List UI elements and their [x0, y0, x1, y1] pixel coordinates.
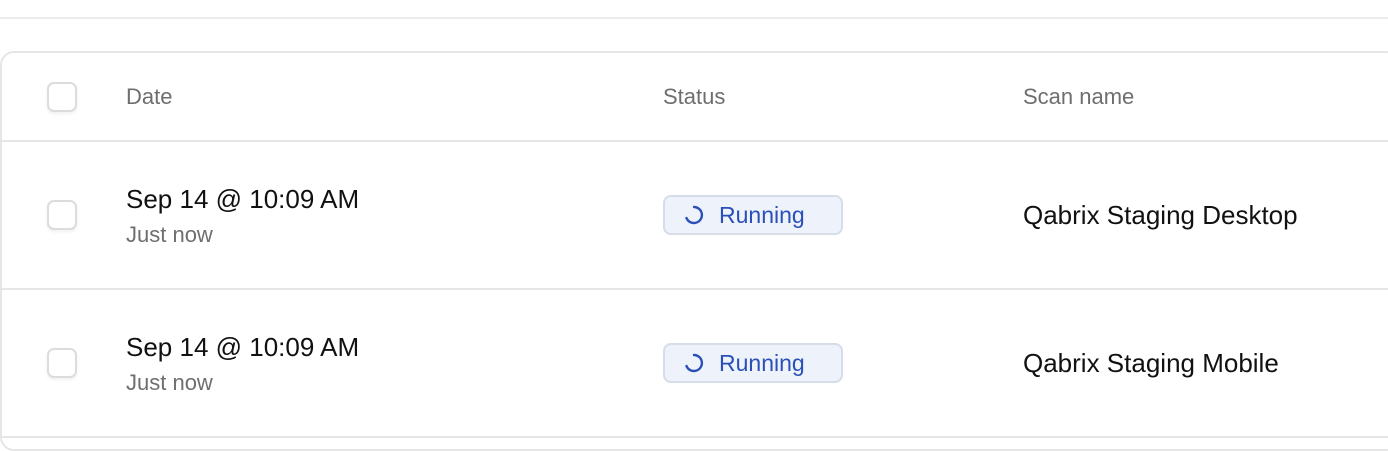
spinner-icon — [683, 204, 705, 226]
select-all-checkbox[interactable] — [47, 82, 77, 112]
row-relative-time: Just now — [126, 222, 213, 247]
status-badge: Running — [663, 343, 843, 383]
top-divider — [0, 17, 1388, 19]
row-select-checkbox[interactable] — [47, 348, 77, 378]
status-text: Running — [719, 350, 805, 376]
table-header-row: Date Status Scan name — [0, 51, 1388, 142]
table-row[interactable]: Sep 14 @ 10:09 AM Just now Running Qabri… — [0, 290, 1388, 438]
column-header-date[interactable]: Date — [126, 84, 172, 110]
column-header-scan-name[interactable]: Scan name — [1023, 84, 1134, 110]
status-badge: Running — [663, 195, 843, 235]
row-select-checkbox[interactable] — [47, 200, 77, 230]
table-row[interactable]: Sep 14 @ 10:09 AM Just now Running Qabri… — [0, 142, 1388, 290]
status-text: Running — [719, 202, 805, 228]
row-scan-name[interactable]: Qabrix Staging Desktop — [1023, 200, 1298, 230]
spinner-icon — [683, 352, 705, 374]
column-header-status[interactable]: Status — [663, 84, 725, 110]
row-date: Sep 14 @ 10:09 AM — [126, 332, 360, 362]
row-scan-name[interactable]: Qabrix Staging Mobile — [1023, 348, 1279, 378]
row-date: Sep 14 @ 10:09 AM — [126, 184, 360, 214]
row-relative-time: Just now — [126, 370, 213, 395]
